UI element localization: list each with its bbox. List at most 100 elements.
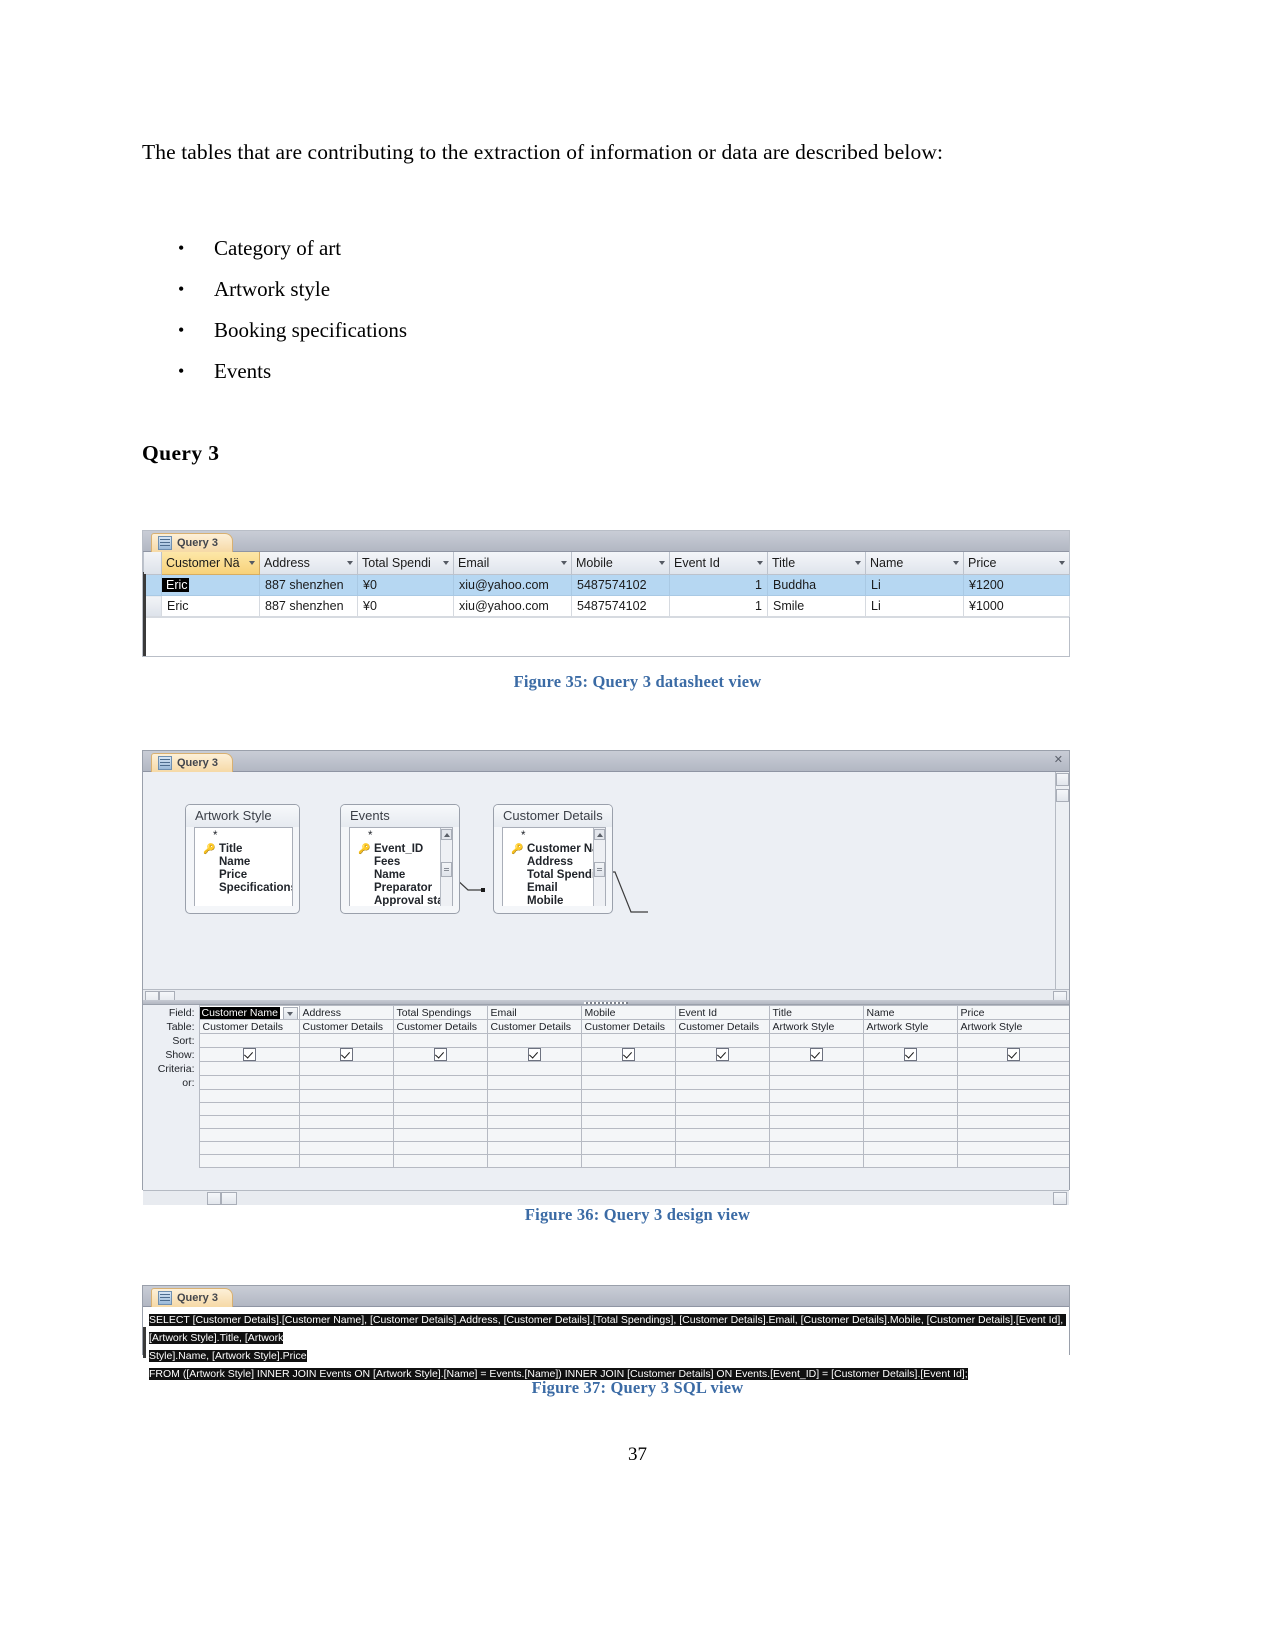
column-header-mobile[interactable]: Mobile [571,552,670,575]
grid-blank-cell-1[interactable] [198,1154,300,1168]
cell-name[interactable]: Li [865,595,964,617]
grid-blank-cell-8[interactable] [862,1128,958,1142]
field-item-asterisk[interactable]: * [503,830,605,843]
grid-sort-cell-4[interactable] [486,1033,582,1048]
column-header-address[interactable]: Address [259,552,358,575]
chevron-down-icon[interactable] [953,561,959,565]
grid-criteria-cell-4[interactable] [486,1061,582,1076]
field-item-total-spendings[interactable]: Total Spending: [503,869,605,882]
grid-sort-cell-2[interactable] [298,1033,394,1048]
grid-blank-cell-7[interactable] [768,1141,864,1155]
scrollbar-thumb[interactable] [594,862,605,877]
cell-total-spendings[interactable]: ¥0 [357,574,454,596]
show-checkbox[interactable] [433,1048,447,1061]
grid-blank-cell-9[interactable] [956,1115,1069,1129]
field-list-events[interactable]: Events * 🔑 Event_ID Fees Name Preparator … [340,804,460,914]
grid-sort-cell-7[interactable] [768,1033,864,1048]
show-checkbox[interactable] [339,1048,353,1061]
grid-or-cell-2[interactable] [298,1075,394,1090]
grid-blank-cell-7[interactable] [768,1115,864,1129]
grid-blank-cell-3[interactable] [392,1089,488,1103]
scroll-up-arrow-icon[interactable] [594,829,605,840]
grid-or-cell-9[interactable] [956,1075,1069,1090]
grid-blank-cell-5[interactable] [580,1102,676,1116]
grid-criteria-cell-6[interactable] [674,1061,770,1076]
cell-address[interactable]: 887 shenzhen [259,595,358,617]
grid-blank-cell-3[interactable] [392,1102,488,1116]
grid-show-cell-3[interactable] [392,1047,488,1062]
select-all-corner[interactable] [143,552,162,575]
field-item-email[interactable]: Email [503,882,605,895]
chevron-down-icon[interactable] [757,561,763,565]
grid-blank-cell-7[interactable] [768,1102,864,1116]
scroll-right-arrow-icon[interactable] [1053,1192,1067,1205]
grid-field-cell-7[interactable]: Title [768,1005,864,1020]
grid-criteria-cell-3[interactable] [392,1061,488,1076]
cell-price[interactable]: ¥1200 [963,574,1070,596]
show-checkbox[interactable] [242,1048,256,1061]
grid-blank-cell-9[interactable] [956,1089,1069,1103]
close-icon[interactable]: ✕ [1054,754,1063,766]
grid-table-cell-7[interactable]: Artwork Style [768,1019,864,1034]
cell-title[interactable]: Smile [767,595,866,617]
grid-blank-cell-2[interactable] [298,1154,394,1168]
field-item-address[interactable]: Address [503,856,605,869]
grid-blank-cell-5[interactable] [580,1128,676,1142]
grid-or-cell-6[interactable] [674,1075,770,1090]
grid-blank-cell-2[interactable] [298,1089,394,1103]
grid-blank-cell-7[interactable] [768,1089,864,1103]
grid-or-cell-5[interactable] [580,1075,676,1090]
grid-show-cell-6[interactable] [674,1047,770,1062]
grid-show-cell-1[interactable] [198,1047,300,1062]
field-item-name[interactable]: Name [350,869,452,882]
cell-name[interactable]: Li [865,574,964,596]
scroll-left-arrow-icon[interactable] [207,1192,221,1205]
grid-or-cell-3[interactable] [392,1075,488,1090]
chevron-down-icon[interactable] [347,561,353,565]
chevron-down-icon[interactable] [443,561,449,565]
field-item-fees[interactable]: Fees [350,856,452,869]
field-item-asterisk[interactable]: * [195,830,292,843]
grid-blank-cell-5[interactable] [580,1154,676,1168]
grid-blank-cell-2[interactable] [298,1115,394,1129]
grid-blank-cell-8[interactable] [862,1154,958,1168]
grid-or-cell-1[interactable] [198,1075,300,1090]
column-header-customer-name[interactable]: Customer Nä [161,552,260,575]
sql-editor[interactable]: SELECT [Customer Details].[Customer Name… [143,1307,1069,1380]
grid-blank-cell-7[interactable] [768,1128,864,1142]
cell-total-spendings[interactable]: ¥0 [357,595,454,617]
row-selector[interactable] [143,595,162,617]
grid-sort-cell-3[interactable] [392,1033,488,1048]
scrollbar-thumb[interactable] [221,1192,237,1205]
column-header-title[interactable]: Title [767,552,866,575]
field-item-preparator[interactable]: Preparator [350,882,452,895]
grid-sort-cell-5[interactable] [580,1033,676,1048]
field-item-mobile[interactable]: Mobile [503,895,605,906]
grid-blank-cell-6[interactable] [674,1154,770,1168]
cell-email[interactable]: xiu@yahoo.com [453,595,572,617]
chevron-down-icon[interactable] [855,561,861,565]
grid-field-cell-6[interactable]: Event Id [674,1005,770,1020]
grid-or-cell-4[interactable] [486,1075,582,1090]
grid-blank-cell-4[interactable] [486,1089,582,1103]
grid-table-cell-9[interactable]: Artwork Style [956,1019,1069,1034]
cell-title[interactable]: Buddha [767,574,866,596]
grid-blank-cell-1[interactable] [198,1128,300,1142]
show-checkbox[interactable] [621,1048,635,1061]
grid-blank-cell-2[interactable] [298,1102,394,1116]
field-item-asterisk[interactable]: * [350,830,452,843]
grid-blank-cell-3[interactable] [392,1154,488,1168]
grid-table-cell-4[interactable]: Customer Details [486,1019,582,1034]
grid-blank-cell-1[interactable] [198,1102,300,1116]
cell-customer-name[interactable]: Eric [161,574,260,596]
grid-blank-cell-2[interactable] [298,1128,394,1142]
grid-sort-cell-1[interactable] [198,1033,300,1048]
grid-blank-cell-1[interactable] [198,1141,300,1155]
grid-horizontal-scrollbar[interactable] [143,1190,1069,1205]
grid-field-cell-2[interactable]: Address [298,1005,394,1020]
grid-criteria-cell-5[interactable] [580,1061,676,1076]
grid-sort-cell-9[interactable] [956,1033,1069,1048]
sql-text-block[interactable]: SELECT [Customer Details].[Customer Name… [149,1310,1067,1382]
grid-blank-cell-6[interactable] [674,1089,770,1103]
grid-blank-cell-1[interactable] [198,1115,300,1129]
